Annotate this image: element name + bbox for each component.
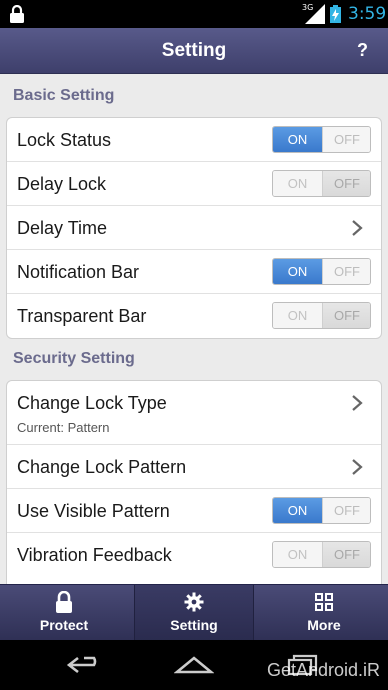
- row-label: Vibration Feedback: [17, 545, 172, 565]
- row-transparent-bar[interactable]: Transparent Bar ON OFF: [7, 294, 381, 338]
- toggle-off: OFF: [322, 303, 370, 328]
- bottom-tab-bar: Protect Setting More: [0, 584, 388, 641]
- row-label: Change Lock Pattern: [17, 457, 187, 477]
- toggle-off: OFF: [322, 498, 370, 523]
- toggle-off: OFF: [322, 171, 370, 196]
- tab-protect[interactable]: Protect: [4, 585, 124, 641]
- section-title-basic: Basic Setting: [13, 87, 115, 104]
- help-button[interactable]: ?: [357, 40, 368, 61]
- row-change-lock-type[interactable]: Change Lock Type Current: Pattern: [7, 381, 381, 445]
- home-icon[interactable]: [174, 654, 214, 676]
- row-label: Use Visible Pattern: [17, 501, 170, 521]
- toggle-on: ON: [273, 171, 322, 196]
- toggle-on: ON: [273, 127, 322, 152]
- app-header: Setting ?: [0, 28, 388, 74]
- page-title: Setting: [161, 40, 227, 61]
- basic-settings-card: Lock Status ON OFF Delay Lock ON OFF Del…: [6, 117, 382, 339]
- visible-pattern-toggle[interactable]: ON OFF: [272, 497, 371, 524]
- grid-icon: [315, 593, 333, 611]
- watermark: GetAndroid.iR: [266, 660, 380, 680]
- row-label: Change Lock Type: [17, 393, 167, 413]
- signal-icon: [305, 4, 325, 24]
- security-settings-card: Change Lock Type Current: Pattern Change…: [6, 380, 382, 584]
- tab-label: Protect: [39, 617, 89, 633]
- transparent-bar-toggle[interactable]: ON OFF: [272, 302, 371, 329]
- row-sublabel: Current: Pattern: [17, 420, 110, 435]
- tab-label: Setting: [170, 617, 218, 633]
- toggle-off: OFF: [322, 259, 370, 284]
- row-label: Notification Bar: [17, 262, 140, 282]
- lock-icon: [56, 591, 72, 613]
- vibration-feedback-toggle[interactable]: ON OFF: [272, 541, 371, 568]
- toggle-on: ON: [273, 498, 322, 523]
- tab-label: More: [307, 617, 341, 633]
- row-change-lock-pattern[interactable]: Change Lock Pattern: [7, 445, 381, 489]
- status-bar: 3G 3:59: [0, 0, 388, 28]
- toggle-off: OFF: [322, 542, 370, 567]
- row-label: Delay Lock: [17, 174, 107, 194]
- chevron-right-icon: [352, 220, 363, 236]
- toggle-on: ON: [273, 303, 322, 328]
- gear-icon: [184, 592, 204, 612]
- clock: 3:59: [348, 4, 387, 24]
- settings-list[interactable]: Basic Setting Lock Status ON OFF Delay L…: [0, 74, 388, 584]
- row-notification-bar[interactable]: Notification Bar ON OFF: [7, 250, 381, 294]
- toggle-off: OFF: [322, 127, 370, 152]
- row-delay-time[interactable]: Delay Time: [7, 206, 381, 250]
- row-label: Transparent Bar: [17, 306, 147, 326]
- section-title-security: Security Setting: [13, 350, 135, 367]
- chevron-right-icon: [352, 459, 363, 475]
- lock-status-toggle[interactable]: ON OFF: [272, 126, 371, 153]
- chevron-right-icon: [352, 395, 363, 411]
- system-nav-bar: GetAndroid.iR: [0, 640, 388, 690]
- toggle-on: ON: [273, 542, 322, 567]
- row-use-visible-pattern[interactable]: Use Visible Pattern ON OFF: [7, 489, 381, 533]
- tab-more[interactable]: More: [264, 585, 384, 641]
- battery-charging-icon: [330, 5, 341, 23]
- row-label: Delay Time: [17, 218, 108, 238]
- toggle-on: ON: [273, 259, 322, 284]
- row-label: Lock Status: [17, 130, 112, 150]
- row-vibration-feedback[interactable]: Vibration Feedback ON OFF: [7, 533, 381, 577]
- notification-bar-toggle[interactable]: ON OFF: [272, 258, 371, 285]
- delay-lock-toggle[interactable]: ON OFF: [272, 170, 371, 197]
- row-delay-lock[interactable]: Delay Lock ON OFF: [7, 162, 381, 206]
- lock-icon: [10, 5, 24, 23]
- row-lock-status[interactable]: Lock Status ON OFF: [7, 118, 381, 162]
- back-icon[interactable]: [66, 654, 104, 676]
- tab-setting[interactable]: Setting: [134, 585, 254, 641]
